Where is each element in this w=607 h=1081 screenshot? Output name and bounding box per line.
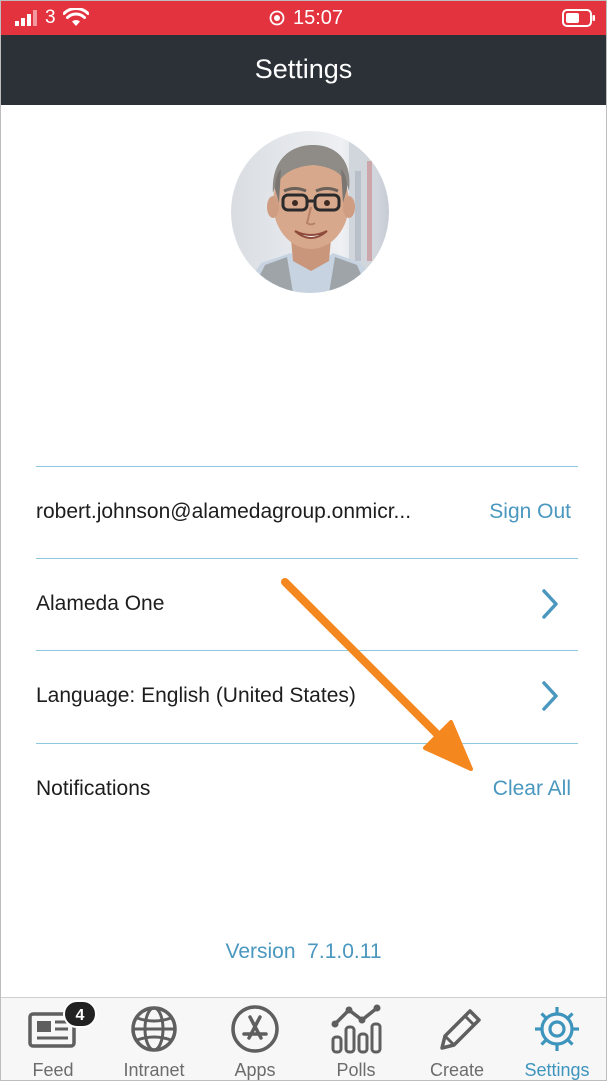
status-bar: 3 15:07 [1, 1, 606, 35]
carrier-label: 3 [45, 7, 56, 28]
clear-all-button[interactable]: Clear All [493, 777, 571, 801]
settings-screen: 3 15:07 Settings robert.johnson@alamedag… [0, 0, 607, 1081]
chevron-right-icon [542, 681, 558, 711]
battery-icon [562, 9, 595, 27]
pencil-icon [440, 1009, 481, 1050]
tab-intranet[interactable]: Intranet [104, 998, 204, 1080]
screen-recording-icon [269, 10, 285, 26]
language-row[interactable]: Language: English (United States) [36, 651, 578, 741]
poll-chart-icon [331, 1004, 382, 1054]
tab-label: Create [429, 1060, 485, 1080]
tab-polls[interactable]: Polls [306, 998, 406, 1080]
tab-label: Apps [234, 1060, 276, 1080]
notifications-label: Notifications [36, 777, 151, 800]
wifi-icon [63, 8, 89, 26]
app-version: Version 7.1.0.11 [225, 940, 382, 963]
tab-feed[interactable]: 4 Feed [3, 998, 103, 1080]
tab-label: Intranet [123, 1060, 185, 1080]
tab-create[interactable]: Create [407, 998, 507, 1080]
globe-icon [131, 1006, 177, 1052]
app-store-icon [231, 1005, 279, 1053]
status-time-group: 15:07 [269, 6, 343, 30]
status-time: 15:07 [293, 6, 344, 29]
tab-settings[interactable]: Settings [507, 998, 606, 1080]
account-row: robert.johnson@alamedagroup.onmicr... Si… [36, 467, 578, 557]
avatar[interactable] [231, 131, 389, 293]
feed-badge: 4 [63, 1000, 97, 1028]
language-label: Language: English (United States) [36, 684, 356, 707]
tab-label: Feed [32, 1060, 74, 1080]
gear-icon [535, 1007, 579, 1051]
tab-apps[interactable]: Apps [205, 998, 305, 1080]
tab-bar: 4 Feed Intranet Apps Polls Create Settin… [1, 997, 606, 1080]
tenant-row[interactable]: Alameda One [36, 559, 578, 649]
chevron-right-icon [542, 589, 558, 619]
tenant-label: Alameda One [36, 592, 165, 615]
page-title: Settings [254, 54, 353, 84]
cellular-signal-icon [15, 10, 37, 26]
navigation-bar: Settings [1, 35, 606, 105]
tab-label: Settings [524, 1060, 590, 1080]
notifications-row: Notifications Clear All [36, 744, 578, 834]
account-email: robert.johnson@alamedagroup.onmicr... [36, 500, 412, 523]
tab-label: Polls [336, 1060, 376, 1080]
sign-out-button[interactable]: Sign Out [489, 500, 571, 524]
